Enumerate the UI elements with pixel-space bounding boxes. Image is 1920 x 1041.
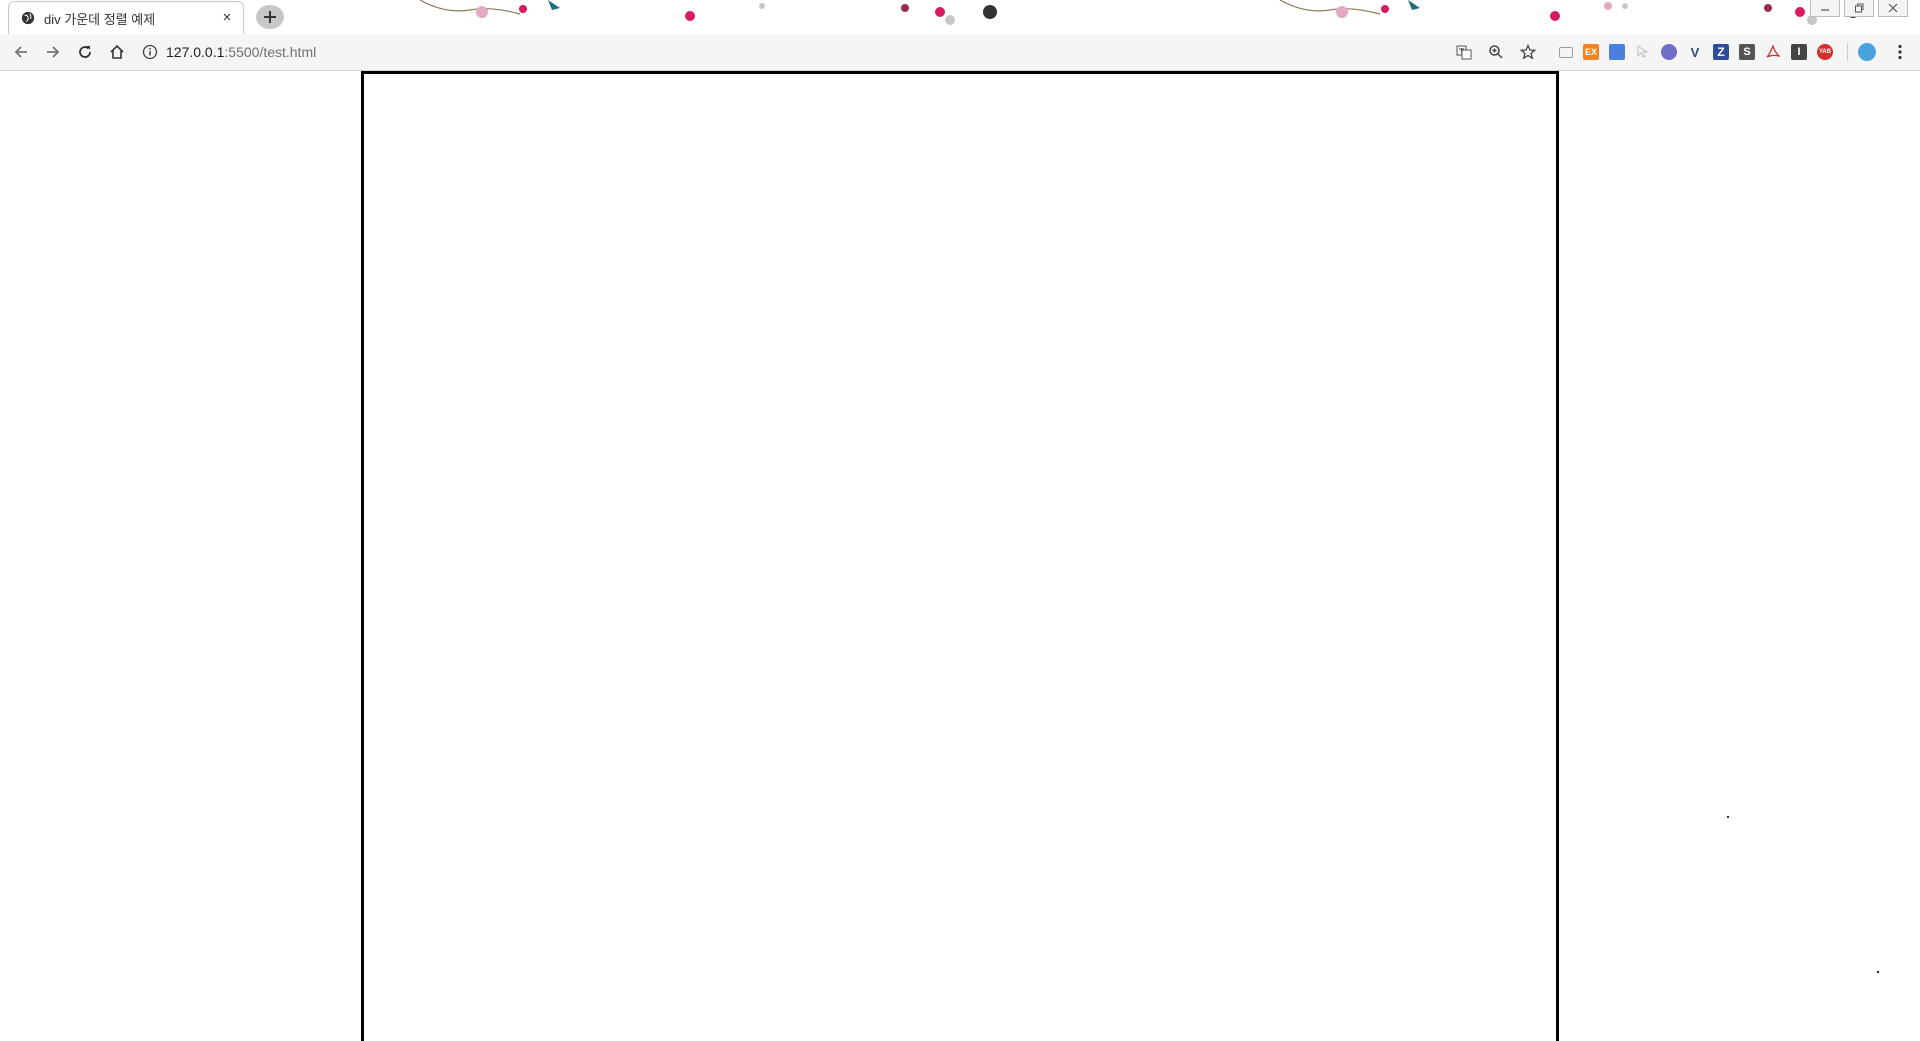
close-icon — [1888, 3, 1898, 13]
v-extension-icon[interactable]: V — [1687, 44, 1703, 60]
plus-icon — [264, 11, 276, 23]
page-viewport — [0, 71, 1920, 1041]
toolbar-separator — [1847, 43, 1848, 61]
bookmark-star-icon — [1520, 44, 1536, 60]
bookmark-button[interactable] — [1515, 39, 1541, 65]
s-extension-icon[interactable]: S — [1739, 44, 1755, 60]
tab-title: div 가운데 정렬 예제 — [44, 11, 156, 27]
new-tab-button[interactable] — [256, 5, 284, 29]
home-button[interactable] — [102, 37, 132, 67]
forward-button[interactable] — [38, 37, 68, 67]
tab-close-button[interactable]: × — [219, 10, 235, 26]
globe-icon — [21, 11, 35, 25]
url-text[interactable]: 127.0.0.1:5500/test.html — [166, 44, 316, 60]
tab-strip: div 가운데 정렬 예제 × — [0, 0, 1920, 34]
home-icon — [110, 44, 124, 59]
web-extension-icon[interactable] — [1661, 44, 1677, 60]
arrow-right-icon — [47, 46, 60, 58]
yab-extension-icon[interactable]: YAB — [1817, 44, 1833, 60]
cast-icon[interactable] — [1559, 46, 1573, 58]
i-extension-icon[interactable]: I — [1791, 44, 1807, 60]
cursor-icon — [1637, 45, 1649, 58]
arrow-left-icon — [14, 46, 27, 58]
restore-icon — [1855, 3, 1864, 13]
stray-dot — [1877, 971, 1879, 973]
restore-button[interactable] — [1844, 0, 1874, 17]
profile-avatar[interactable] — [1858, 43, 1876, 61]
zoom-icon — [1489, 45, 1503, 59]
extensions-bar: EX V Z S I YAB — [1559, 44, 1833, 60]
url-path: :5500/test.html — [224, 44, 317, 60]
site-info-icon[interactable] — [142, 44, 158, 60]
active-tab[interactable]: div 가운데 정렬 예제 × — [8, 1, 244, 34]
minimize-button[interactable] — [1810, 0, 1840, 17]
translate-icon — [1456, 45, 1472, 60]
blossom-theme-decoration — [220, 0, 1859, 25]
url-host: 127.0.0.1 — [166, 44, 225, 60]
browser-toolbar: 127.0.0.1:5500/test.html EX V Z S I YAB — [0, 34, 1920, 71]
address-bar[interactable]: 127.0.0.1:5500/test.html — [142, 38, 1451, 66]
window-controls — [1810, 0, 1908, 17]
omnibox-actions — [1451, 39, 1541, 65]
reload-icon — [79, 46, 91, 58]
translate-button[interactable] — [1451, 39, 1477, 65]
ex-extension-icon[interactable]: EX — [1583, 44, 1599, 60]
kebab-menu-icon — [1898, 44, 1902, 60]
minimize-icon — [1821, 9, 1829, 11]
browser-menu-button[interactable] — [1890, 39, 1910, 65]
z-extension-icon[interactable]: Z — [1713, 44, 1729, 60]
zoom-button[interactable] — [1483, 39, 1509, 65]
centered-div — [361, 71, 1559, 1041]
reload-button[interactable] — [70, 37, 100, 67]
cursor-extension-icon[interactable] — [1635, 44, 1651, 60]
back-button[interactable] — [6, 37, 36, 67]
stray-dot — [1727, 816, 1729, 818]
pdf-icon — [1766, 45, 1780, 58]
window-close-button[interactable] — [1878, 0, 1908, 17]
translate-extension-icon[interactable] — [1609, 44, 1625, 60]
pdf-extension-icon[interactable] — [1765, 44, 1781, 60]
